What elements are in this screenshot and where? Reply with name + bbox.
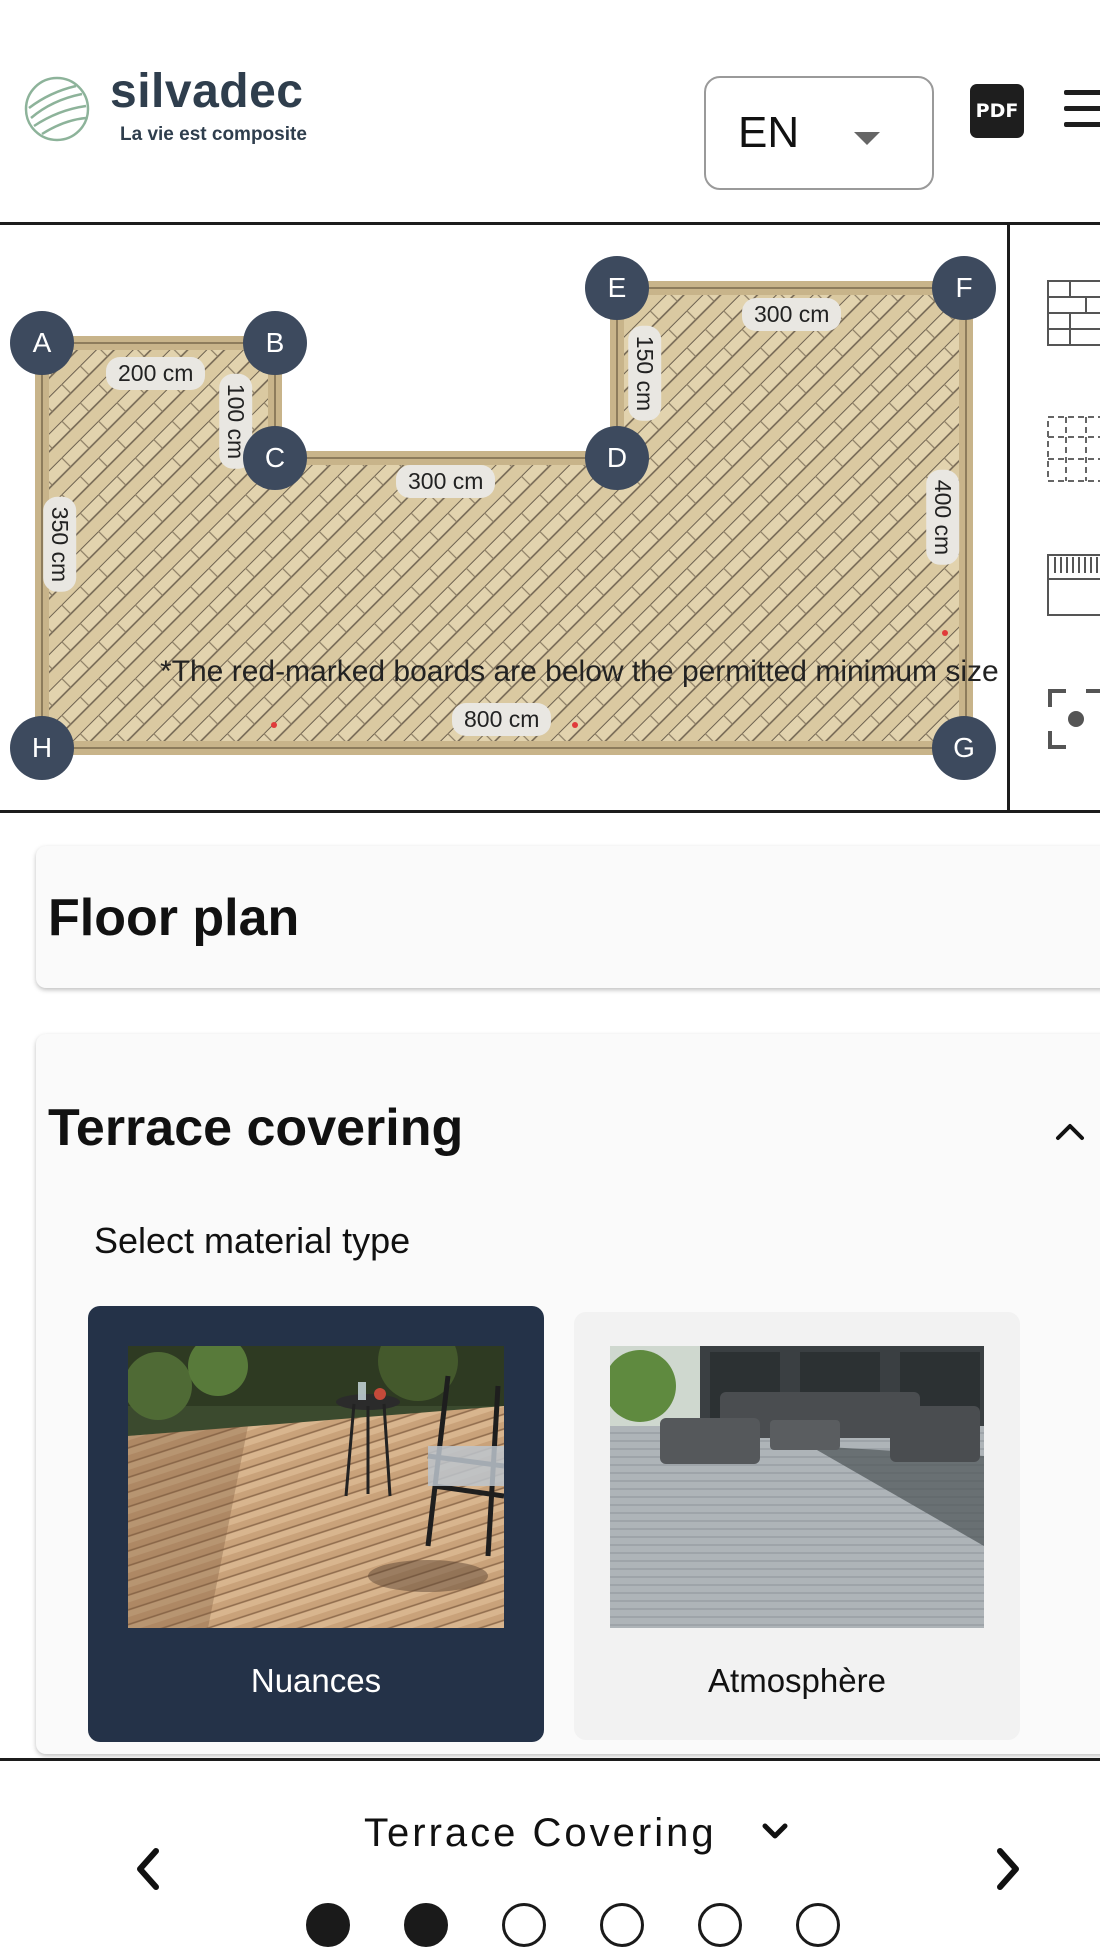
chevron-right-icon[interactable] bbox=[988, 1839, 1028, 1899]
corner-marker-d[interactable]: D bbox=[585, 426, 649, 490]
joist-grid-icon[interactable] bbox=[1046, 415, 1100, 483]
language-value: EN bbox=[738, 108, 800, 157]
material-option-atmosphere[interactable]: Atmosphère bbox=[574, 1312, 1020, 1740]
canvas-bottom-border bbox=[0, 810, 1100, 813]
chevron-up-icon[interactable] bbox=[1050, 1112, 1090, 1152]
step-progress-dots bbox=[306, 1903, 866, 1953]
language-select[interactable]: EN bbox=[704, 76, 934, 190]
current-step-title[interactable]: Terrace Covering bbox=[364, 1811, 717, 1856]
minimum-size-warning: *The red-marked boards are below the per… bbox=[160, 655, 999, 688]
corner-marker-f[interactable]: F bbox=[932, 256, 996, 320]
corner-marker-a[interactable]: A bbox=[10, 311, 74, 375]
app-header: silvadec La vie est composite EN PDF bbox=[0, 0, 1100, 225]
recenter-focus-icon[interactable] bbox=[1046, 685, 1100, 753]
corner-marker-g[interactable]: G bbox=[932, 716, 996, 780]
corner-marker-e[interactable]: E bbox=[585, 256, 649, 320]
edge-finish-icon[interactable] bbox=[1046, 551, 1100, 619]
dimension-label[interactable]: 200 cm bbox=[106, 357, 206, 390]
silvadec-logo-icon bbox=[24, 76, 90, 142]
step-dot[interactable] bbox=[600, 1903, 644, 1947]
caret-down-icon bbox=[854, 132, 880, 145]
hamburger-menu-icon[interactable] bbox=[1064, 90, 1100, 130]
board-layout-icon[interactable] bbox=[1046, 279, 1100, 347]
brand-tagline: La vie est composite bbox=[120, 124, 307, 145]
dimension-label[interactable]: 300 cm bbox=[742, 298, 842, 331]
step-dot[interactable] bbox=[404, 1903, 448, 1947]
corner-marker-h[interactable]: H bbox=[10, 716, 74, 780]
material-label: Atmosphère bbox=[708, 1662, 886, 1699]
floor-plan-section[interactable]: Floor plan bbox=[36, 846, 1100, 988]
dimension-label[interactable]: 150 cm bbox=[628, 325, 662, 422]
step-navigation: Terrace Covering bbox=[0, 1758, 1100, 1959]
material-option-nuances[interactable]: Nuances bbox=[88, 1306, 544, 1742]
step-dot[interactable] bbox=[306, 1903, 350, 1947]
step-dot[interactable] bbox=[796, 1903, 840, 1947]
dimension-label[interactable]: 400 cm bbox=[926, 469, 960, 566]
terrace-covering-section: Terrace covering Select material type Nu… bbox=[36, 1034, 1100, 1754]
dimension-label[interactable]: 300 cm bbox=[396, 465, 496, 498]
dimension-label[interactable]: 350 cm bbox=[43, 496, 77, 593]
corner-marker-b[interactable]: B bbox=[243, 311, 307, 375]
layout-tools bbox=[1010, 225, 1100, 810]
material-label: Nuances bbox=[250, 1662, 382, 1699]
terrace-covering-title: Terrace covering bbox=[48, 1099, 464, 1157]
select-material-label: Select material type bbox=[94, 1220, 411, 1261]
corner-marker-c[interactable]: C bbox=[243, 426, 307, 490]
chevron-left-icon[interactable] bbox=[128, 1839, 168, 1899]
chevron-down-icon[interactable] bbox=[758, 1815, 792, 1849]
brand-name: silvadec bbox=[110, 65, 304, 118]
floor-plan-canvas[interactable]: 200 cm 100 cm 300 cm 150 cm 300 cm 400 c… bbox=[0, 225, 1007, 810]
atmosphere-photo bbox=[610, 1346, 984, 1628]
step-dot[interactable] bbox=[502, 1903, 546, 1947]
pdf-export-button[interactable]: PDF bbox=[970, 84, 1024, 138]
step-dot[interactable] bbox=[698, 1903, 742, 1947]
dimension-label[interactable]: 800 cm bbox=[452, 703, 552, 736]
nuances-photo bbox=[128, 1346, 504, 1628]
floor-plan-title: Floor plan bbox=[48, 889, 300, 947]
